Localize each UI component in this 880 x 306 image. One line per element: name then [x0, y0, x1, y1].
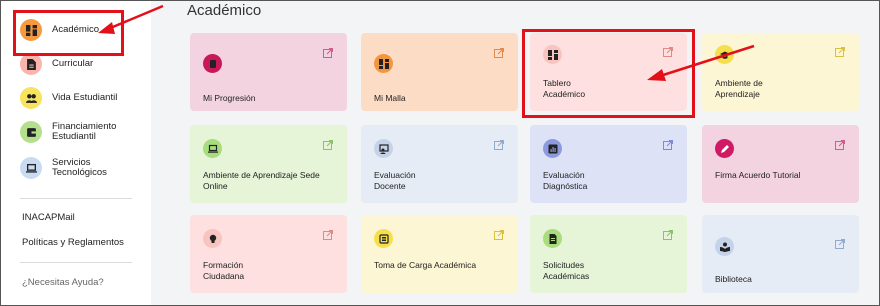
external-link-icon — [835, 239, 845, 249]
card-label: Formación Ciudadana — [203, 260, 245, 281]
teacher-icon — [374, 139, 393, 158]
external-link-icon — [323, 230, 333, 240]
reader-icon — [715, 237, 734, 256]
sidebar-separator — [151, 0, 169, 306]
card-evaluacion-diagnostica[interactable]: Evaluación Diagnóstica — [530, 125, 687, 203]
card-label: Firma Acuerdo Tutorial — [715, 170, 801, 180]
page-title: Académico — [187, 2, 262, 19]
sidebar-item-academico[interactable]: Académico — [20, 17, 99, 43]
sidebar-item-vida-estudiantil[interactable]: Vida Estudiantil — [20, 85, 117, 111]
book-icon — [203, 54, 222, 73]
document-icon — [20, 53, 42, 75]
card-solicitudes-academicas[interactable]: Solicitudes Académicas — [530, 215, 687, 293]
wallet-icon — [20, 121, 42, 143]
sidebar-divider — [20, 198, 132, 199]
graduation-cap-icon — [715, 45, 734, 64]
card-ambiente-aprendizaje[interactable]: Ambiente de Aprendizaje — [702, 33, 859, 111]
external-link-icon — [494, 230, 504, 240]
card-toma-carga[interactable]: Toma de Carga Académica — [361, 215, 518, 293]
inacap-mail-link[interactable]: INACAPMail — [22, 212, 75, 223]
policies-link[interactable]: Políticas y Reglamentos — [22, 237, 124, 248]
sidebar-item-servicios[interactable]: Servicios Tecnológicos — [20, 155, 117, 181]
sidebar-item-label: Vida Estudiantil — [52, 92, 118, 103]
sidebar-item-label: Curricular — [52, 58, 94, 69]
external-link-icon — [663, 230, 673, 240]
sidebar-divider — [20, 262, 132, 263]
laptop-icon — [20, 157, 42, 179]
card-evaluacion-docente[interactable]: Evaluación Docente — [361, 125, 518, 203]
card-label: Biblioteca — [715, 274, 752, 284]
card-ambiente-online[interactable]: Ambiente de Aprendizaje Sede Online — [190, 125, 347, 203]
card-label: Ambiente de Aprendizaje Sede Online — [203, 170, 320, 191]
card-label: Toma de Carga Académica — [374, 260, 477, 270]
laptop-icon — [203, 139, 222, 158]
external-link-icon — [323, 48, 333, 58]
lightbulb-icon — [203, 229, 222, 248]
card-label: Evaluación Diagnóstica — [543, 170, 588, 191]
card-biblioteca[interactable]: Biblioteca — [702, 215, 859, 293]
external-link-icon — [494, 48, 504, 58]
dashboard-icon — [374, 54, 393, 73]
card-mi-malla[interactable]: Mi Malla — [361, 33, 518, 111]
card-tablero-academico[interactable]: Tablero Académico — [530, 33, 687, 111]
external-link-icon — [835, 47, 845, 57]
external-link-icon — [663, 47, 673, 57]
help-link[interactable]: ¿Necesitas Ayuda? — [22, 277, 104, 288]
card-label: Tablero Académico — [543, 78, 586, 99]
card-mi-progresion[interactable]: Mi Progresión — [190, 33, 347, 111]
dashboard-icon — [20, 19, 42, 41]
card-formacion-ciudadana[interactable]: Formación Ciudadana — [190, 215, 347, 293]
pencil-icon — [715, 139, 734, 158]
card-label: Solicitudes Académicas — [543, 260, 590, 281]
sidebar-item-financiamiento[interactable]: Financiamiento Estudiantil — [20, 119, 124, 145]
card-label: Ambiente de Aprendizaje — [715, 78, 763, 99]
dashboard-icon — [543, 45, 562, 64]
card-label: Evaluación Docente — [374, 170, 416, 191]
stack-icon — [374, 229, 393, 248]
sidebar: Académico Curricular Vida Estudiantil Fi… — [0, 0, 151, 306]
sidebar-item-label: Servicios Tecnológicos — [52, 157, 107, 178]
users-icon — [20, 87, 42, 109]
external-link-icon — [494, 140, 504, 150]
external-link-icon — [663, 140, 673, 150]
file-icon — [543, 229, 562, 248]
chart-icon — [543, 139, 562, 158]
sidebar-item-label: Académico — [52, 24, 99, 35]
sidebar-item-label: Financiamiento Estudiantil — [52, 121, 117, 142]
sidebar-item-curricular[interactable]: Curricular — [20, 51, 93, 77]
external-link-icon — [835, 140, 845, 150]
card-label: Mi Malla — [374, 93, 406, 103]
external-link-icon — [323, 140, 333, 150]
card-label: Mi Progresión — [203, 93, 256, 103]
card-firma-acuerdo[interactable]: Firma Acuerdo Tutorial — [702, 125, 859, 203]
